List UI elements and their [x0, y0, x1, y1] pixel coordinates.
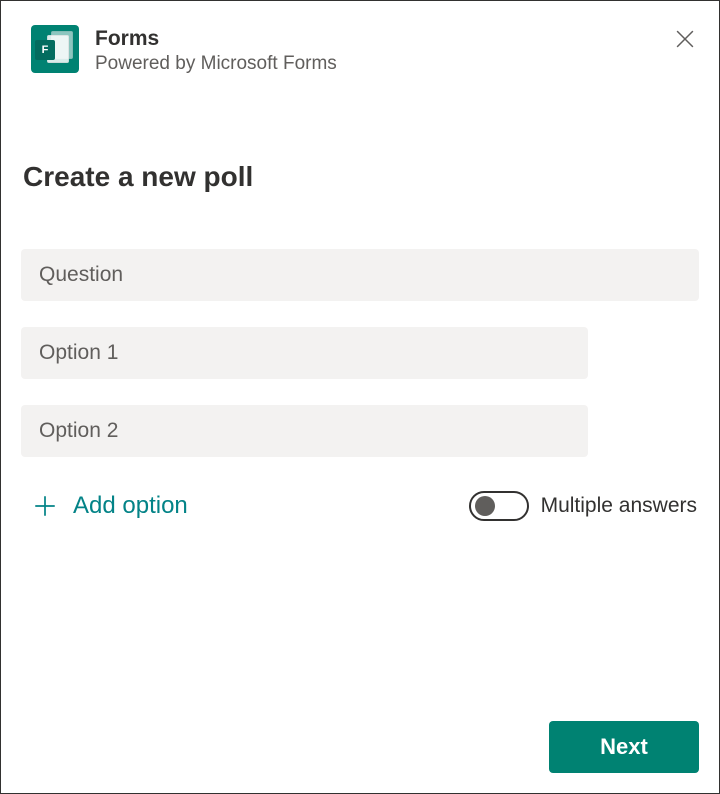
- option-input-1[interactable]: [21, 327, 588, 379]
- add-option-button[interactable]: Add option: [31, 492, 188, 520]
- close-button[interactable]: [671, 25, 699, 53]
- app-subtitle: Powered by Microsoft Forms: [95, 53, 655, 75]
- multiple-answers-group: Multiple answers: [469, 491, 697, 521]
- header-title-block: Forms Powered by Microsoft Forms: [95, 25, 655, 75]
- dialog-header: F Forms Powered by Microsoft Forms: [21, 25, 699, 75]
- app-title: Forms: [95, 27, 655, 51]
- toggle-knob: [475, 496, 495, 516]
- option-input-2[interactable]: [21, 405, 588, 457]
- plus-icon: [31, 492, 59, 520]
- dialog-footer: Next: [21, 721, 699, 773]
- next-button[interactable]: Next: [549, 721, 699, 773]
- page-title: Create a new poll: [21, 161, 699, 193]
- add-option-label: Add option: [73, 492, 188, 520]
- poll-fields: [21, 249, 699, 457]
- question-input[interactable]: [21, 249, 699, 301]
- multiple-answers-toggle[interactable]: [469, 491, 529, 521]
- close-icon: [676, 30, 694, 48]
- forms-poll-dialog: F Forms Powered by Microsoft Forms Creat…: [0, 0, 720, 794]
- option-controls-row: Add option Multiple answers: [21, 491, 699, 521]
- forms-icon-badge: F: [35, 40, 55, 60]
- forms-app-icon: F: [31, 25, 79, 73]
- multiple-answers-label: Multiple answers: [541, 494, 697, 518]
